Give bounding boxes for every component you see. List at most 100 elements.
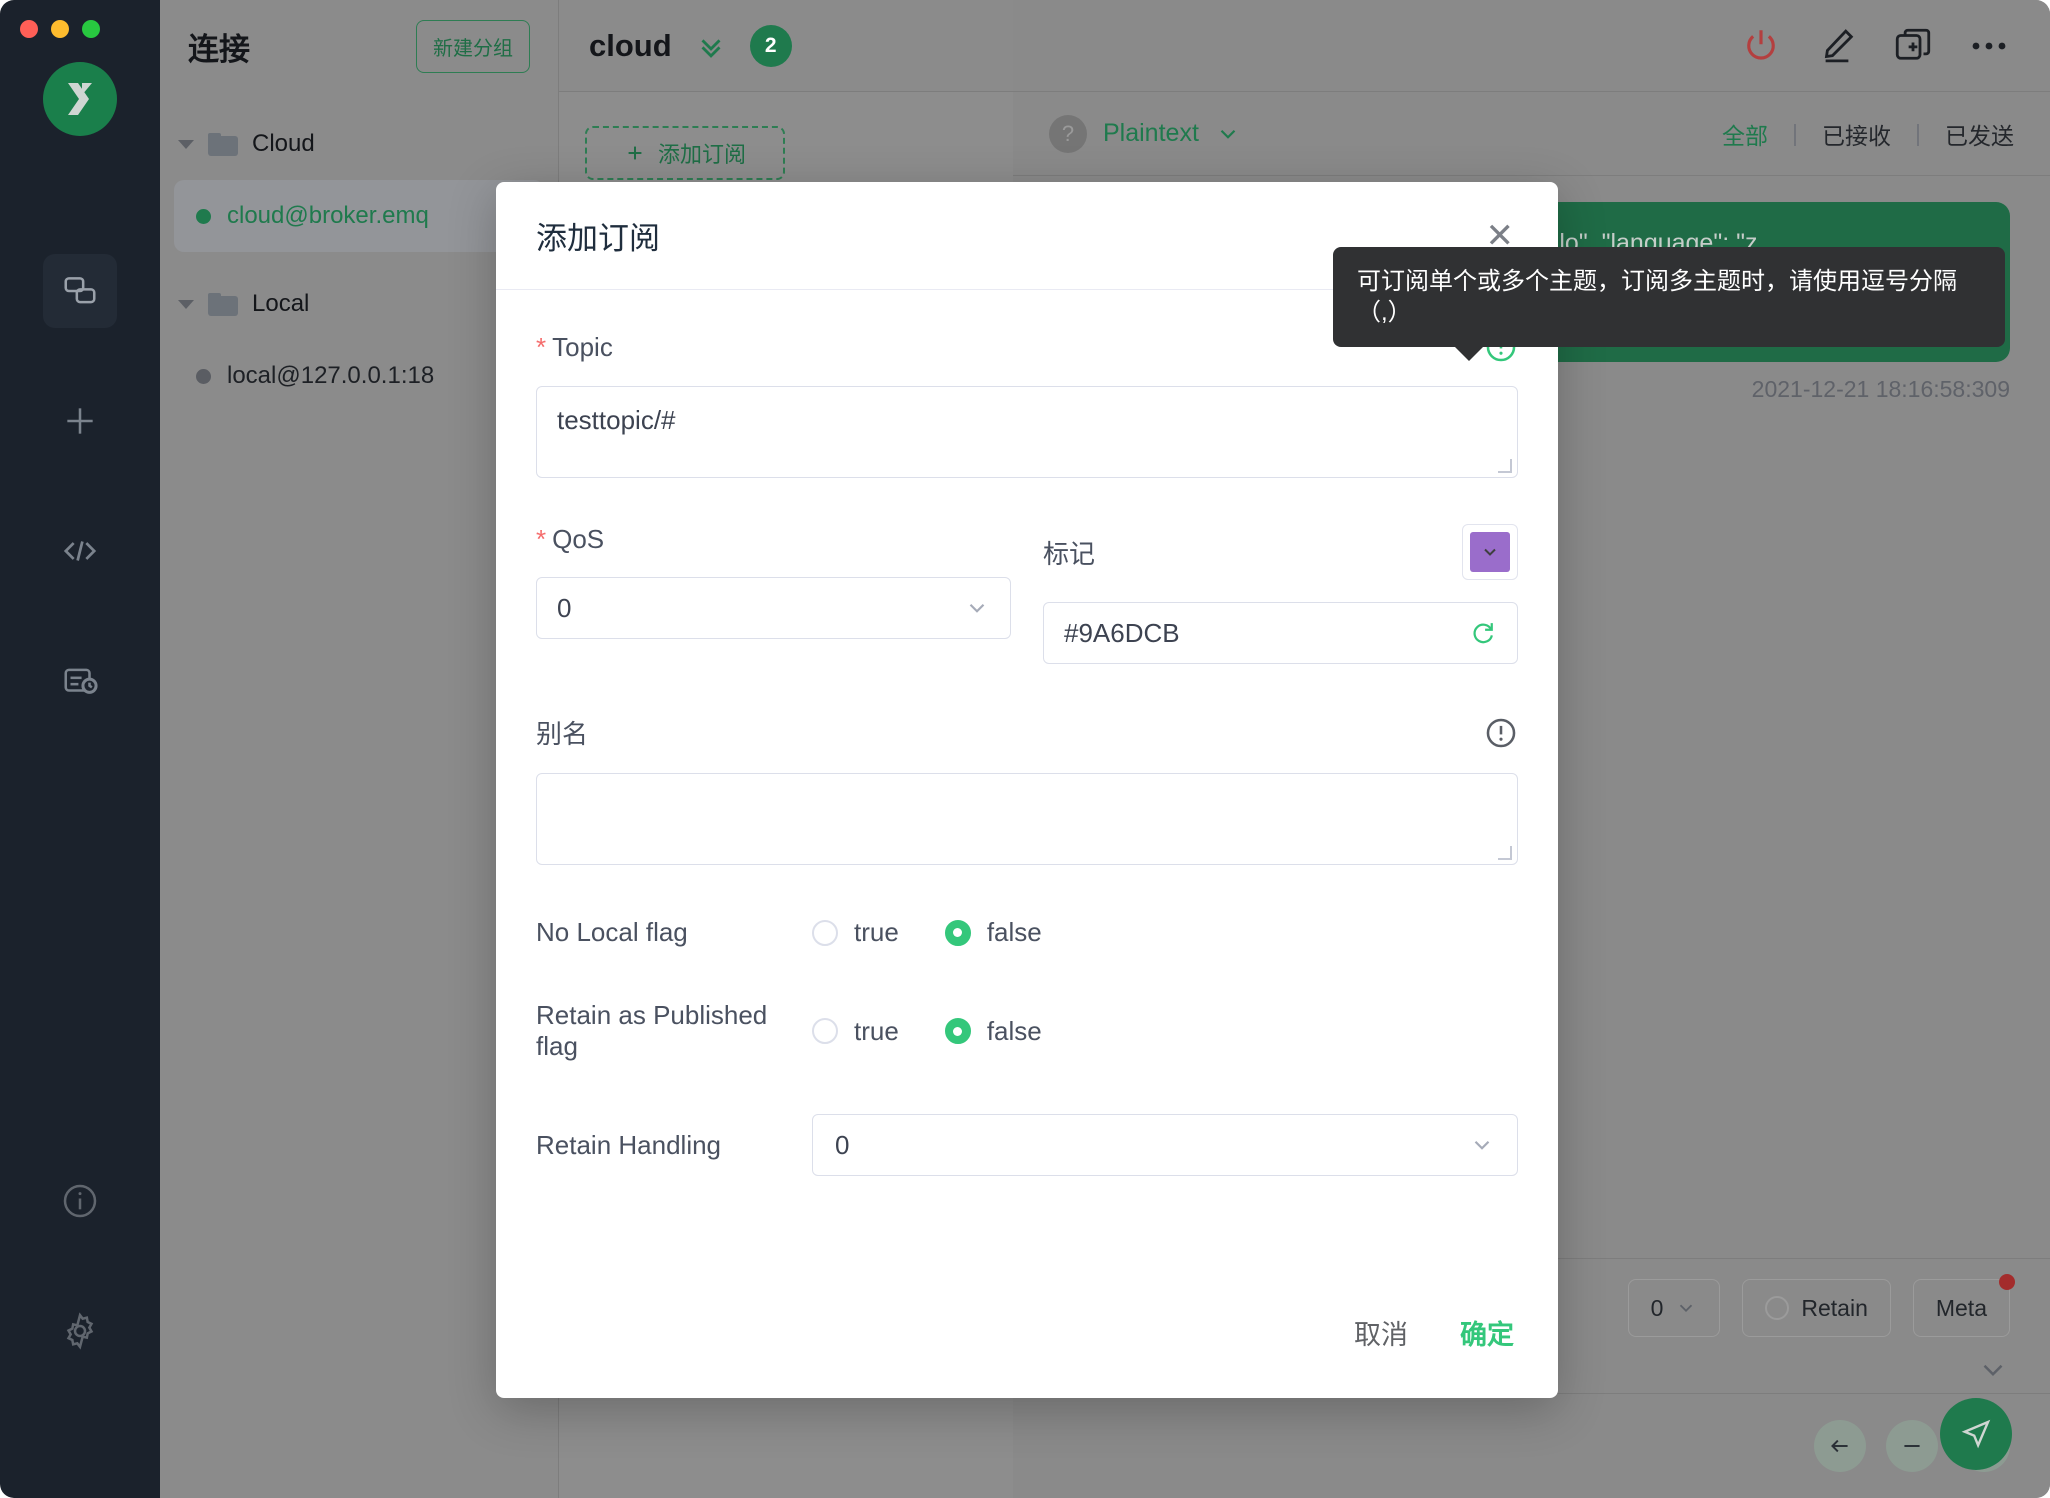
plus-icon bbox=[67, 408, 93, 434]
radio-icon bbox=[1765, 1296, 1790, 1320]
retain-as-published-label: Retain as Published flag bbox=[536, 1000, 768, 1061]
chevron-down-icon[interactable] bbox=[1976, 1353, 2010, 1387]
double-chevron-down-icon[interactable] bbox=[694, 29, 728, 63]
retain-toggle[interactable]: Retain bbox=[1742, 1279, 1891, 1337]
sidebar-item-script[interactable] bbox=[43, 514, 117, 588]
add-subscription-dialog: 添加订阅 ✕ * Topic testtopic/# * QoS 0 标记 #9… bbox=[496, 182, 1558, 1398]
arrow-left-icon bbox=[1831, 1439, 1848, 1453]
minimize-window-button[interactable] bbox=[51, 20, 69, 38]
chevron-down-icon bbox=[1484, 548, 1496, 556]
resize-handle-icon[interactable] bbox=[1498, 846, 1512, 860]
connection-tab-name: cloud bbox=[589, 27, 672, 63]
sidebar-item-log[interactable] bbox=[43, 644, 117, 718]
send-message-button[interactable] bbox=[1940, 1398, 2012, 1470]
sidebar-item-new-connection[interactable] bbox=[43, 384, 117, 458]
retain-handling-value: 0 bbox=[835, 1129, 850, 1160]
add-subscription-button[interactable]: 添加订阅 bbox=[585, 126, 785, 180]
rail-bottom-icons bbox=[43, 1164, 117, 1498]
gear-icon bbox=[66, 1312, 94, 1350]
radio-icon bbox=[812, 1018, 838, 1044]
dialog-title: 添加订阅 bbox=[536, 221, 660, 256]
page-title: 连接 bbox=[188, 31, 250, 67]
info-circle-icon[interactable] bbox=[1484, 716, 1518, 750]
chevron-down-icon bbox=[969, 603, 985, 613]
app-root: 连接 新建分组 Cloud cloud@broker.emq Local loc… bbox=[0, 0, 2050, 1498]
filter-divider: | bbox=[1915, 120, 1921, 146]
connection-item-cloud[interactable]: cloud@broker.emq bbox=[174, 180, 544, 252]
confirm-button[interactable]: 确定 bbox=[1460, 1313, 1514, 1352]
tag-color-value: #9A6DCB bbox=[1064, 617, 1180, 648]
refresh-icon[interactable] bbox=[1469, 619, 1497, 647]
connection-label: cloud@broker.emq bbox=[227, 202, 429, 229]
minus-icon bbox=[1904, 1445, 1920, 1447]
alias-label-row: 别名 bbox=[536, 714, 1518, 751]
chevron-down-icon bbox=[1220, 129, 1236, 139]
add-subscription-label: 添加订阅 bbox=[657, 142, 746, 167]
filter-tab-all[interactable]: 全部 bbox=[1722, 117, 1768, 151]
status-dot-connected bbox=[196, 208, 211, 224]
tag-label-row: 标记 bbox=[1043, 524, 1518, 580]
new-window-icon[interactable] bbox=[1892, 25, 1934, 67]
required-asterisk: * bbox=[536, 331, 547, 362]
retain-as-published-row: Retain as Published flag true false bbox=[536, 1000, 1518, 1062]
chevron-down-icon bbox=[1680, 1304, 1693, 1313]
edit-icon[interactable] bbox=[1816, 25, 1858, 67]
filter-tab-received[interactable]: 已接收 bbox=[1822, 117, 1891, 151]
no-local-flag-row: No Local flag true false bbox=[536, 917, 1518, 948]
qos-select[interactable]: 0 bbox=[536, 577, 1011, 639]
status-dot-disconnected bbox=[196, 368, 211, 384]
sidebar-item-connections[interactable] bbox=[43, 254, 117, 328]
app-logo bbox=[43, 62, 117, 136]
log-icon bbox=[64, 668, 98, 694]
nav-back-button[interactable] bbox=[1814, 1420, 1866, 1472]
qos-selector[interactable]: 0 bbox=[1627, 1279, 1721, 1337]
radio-label: true bbox=[854, 917, 899, 947]
connections-header: 连接 新建分组 bbox=[160, 0, 558, 92]
retain-as-published-false[interactable]: false bbox=[944, 1016, 1042, 1047]
chevron-down-icon bbox=[1474, 1140, 1490, 1150]
radio-label: true bbox=[854, 1015, 899, 1046]
payload-format-selector[interactable]: ? Plaintext bbox=[1049, 114, 1241, 153]
activity-rail bbox=[0, 0, 160, 1498]
tree-group-cloud[interactable]: Cloud bbox=[160, 114, 558, 174]
retain-label: Retain bbox=[1801, 1294, 1868, 1321]
meta-button[interactable]: Meta bbox=[1912, 1274, 2015, 1337]
close-window-button[interactable] bbox=[20, 20, 38, 38]
topic-input[interactable]: testtopic/# bbox=[536, 386, 1518, 478]
tree-group-label: Cloud bbox=[252, 130, 315, 157]
disconnect-icon[interactable] bbox=[1740, 25, 1782, 67]
topic-value: testtopic/# bbox=[557, 405, 676, 435]
topic-label-text: Topic bbox=[552, 331, 613, 362]
qos-value: 0 bbox=[557, 592, 572, 623]
tree-group-label: Local bbox=[252, 290, 310, 317]
retain-handling-select[interactable]: 0 bbox=[812, 1114, 1518, 1176]
radio-icon bbox=[812, 919, 838, 946]
maximize-window-button[interactable] bbox=[82, 20, 100, 38]
resize-handle-icon[interactable] bbox=[1498, 459, 1512, 473]
code-icon bbox=[63, 541, 97, 561]
new-group-button[interactable]: 新建分组 bbox=[416, 19, 530, 73]
question-icon[interactable]: ? bbox=[1049, 114, 1087, 153]
nav-minus-button[interactable] bbox=[1886, 1420, 1938, 1472]
tag-color-input[interactable]: #9A6DCB bbox=[1043, 602, 1518, 664]
cancel-button[interactable]: 取消 bbox=[1354, 1313, 1408, 1352]
connection-item-local[interactable]: local@127.0.0.1:18 bbox=[174, 340, 544, 412]
sidebar-item-settings[interactable] bbox=[43, 1294, 117, 1368]
tooltip-text: 可订阅单个或多个主题，订阅多主题时，请使用逗号分隔（,） bbox=[1357, 268, 1957, 327]
rail-icon-list bbox=[0, 254, 160, 718]
qos-label: * QoS bbox=[536, 524, 604, 555]
radio-label: false bbox=[986, 917, 1042, 947]
qos-label-text: QoS bbox=[552, 524, 605, 554]
more-icon[interactable] bbox=[1968, 33, 2010, 59]
filter-tab-sent[interactable]: 已发送 bbox=[1945, 117, 2014, 151]
no-local-flag-false[interactable]: false bbox=[944, 917, 1042, 948]
payload-format-label: Plaintext bbox=[1103, 119, 1199, 147]
meta-label: Meta bbox=[1935, 1294, 1987, 1321]
no-local-flag-true[interactable]: true bbox=[812, 917, 899, 948]
chevron-down-icon bbox=[178, 139, 194, 149]
qos-value: 0 bbox=[1650, 1294, 1664, 1321]
alias-input[interactable] bbox=[536, 773, 1518, 865]
sidebar-item-about[interactable] bbox=[43, 1164, 117, 1238]
retain-as-published-true[interactable]: true bbox=[812, 1016, 899, 1047]
tag-color-picker[interactable] bbox=[1462, 524, 1518, 580]
